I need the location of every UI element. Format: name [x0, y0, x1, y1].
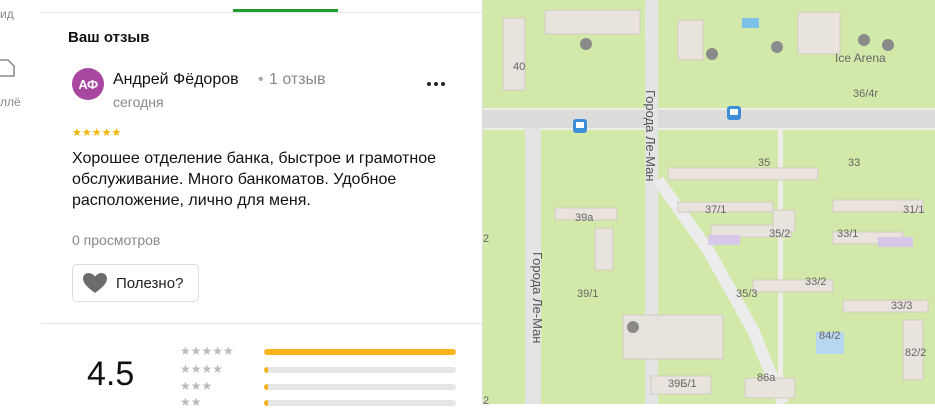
distribution-bar [264, 349, 456, 355]
map-house-number: 33/1 [837, 228, 858, 240]
bus-stop-icon[interactable] [573, 119, 587, 133]
map-house-number: 82/2 [905, 347, 926, 359]
bookmark-icon[interactable] [0, 56, 16, 78]
dot-icon [434, 82, 438, 86]
section-title: Ваш отзыв [68, 29, 150, 46]
author-reviews-count: 1 отзыв [269, 71, 326, 88]
active-tab-indicator [233, 9, 338, 12]
map-house-number: 39а [575, 212, 594, 224]
distribution-stars: ★★ [180, 395, 202, 409]
map-house-number: 2 [483, 233, 489, 245]
distribution-bar [264, 400, 456, 406]
review-panel: Ваш отзыв АФ Андрей Фёдоров • 1 отзыв се… [41, 0, 483, 409]
distribution-bar [264, 367, 456, 373]
helpful-button[interactable]: Полезно? [72, 264, 199, 302]
map-house-number: 31/1 [903, 204, 924, 216]
map-house-number: 35/2 [769, 228, 790, 240]
distribution-fill [264, 367, 268, 373]
review-text: Хорошее отделение банка, быстрое и грамо… [72, 150, 436, 209]
map-poi-marker [742, 18, 759, 28]
dot-icon [441, 82, 445, 86]
heart-icon [83, 273, 107, 293]
dot-icon [427, 82, 431, 86]
map-house-number: 33/3 [891, 300, 912, 312]
distribution-fill [264, 384, 268, 390]
map-house-number: 84/2 [819, 330, 840, 342]
author-name[interactable]: Андрей Фёдоров [113, 71, 239, 89]
map-house-number: 37/1 [705, 204, 726, 216]
map-house-number: 36/4г [853, 88, 878, 100]
review-rating-stars: ★★★★★ [72, 127, 122, 139]
average-rating: 4.5 [87, 355, 135, 393]
map-view[interactable]: 40 36/4г 35 33 37/1 31/1 39а 35/2 33/1 2… [483, 0, 935, 404]
distribution-stars: ★★★★ [180, 362, 224, 376]
sidebar-fragment-text: ид [0, 7, 14, 21]
map-building-highlight [708, 235, 740, 245]
map-street-label: Города Ле-Ман [643, 90, 658, 181]
map-house-number: 39Б/1 [668, 378, 697, 390]
map-house-number: 33 [848, 157, 860, 169]
map-house-number: 35 [758, 157, 770, 169]
distribution-bar [264, 384, 456, 390]
distribution-stars: ★★★ [180, 379, 213, 393]
map-house-number: 35/3 [736, 288, 757, 300]
helpful-label: Полезно? [116, 274, 184, 292]
map-house-number: 33/2 [805, 276, 826, 288]
bus-stop-icon[interactable] [727, 106, 741, 120]
map-place-label: Ice Arena [835, 51, 886, 65]
distribution-stars: ★★★★★ [180, 344, 234, 358]
divider [41, 323, 482, 324]
map-house-number: 2 [483, 395, 489, 404]
distribution-fill [264, 349, 456, 355]
map-building-highlight [878, 237, 913, 247]
separator-dot: • [258, 71, 264, 88]
map-house-number: 39/1 [577, 288, 598, 300]
review-date: сегодня [113, 94, 164, 110]
avatar[interactable]: АФ [72, 68, 104, 100]
map-street-label: Города Ле-Ман [530, 252, 545, 343]
distribution-fill [264, 400, 268, 406]
sidebar-fragment-text: ллё [0, 95, 21, 109]
map-house-number: 40 [513, 61, 525, 73]
review-views: 0 просмотров [72, 232, 161, 248]
more-options-button[interactable] [424, 76, 448, 92]
map-house-number: 86а [757, 372, 776, 384]
left-sidebar-strip: ид ллё [0, 0, 42, 404]
